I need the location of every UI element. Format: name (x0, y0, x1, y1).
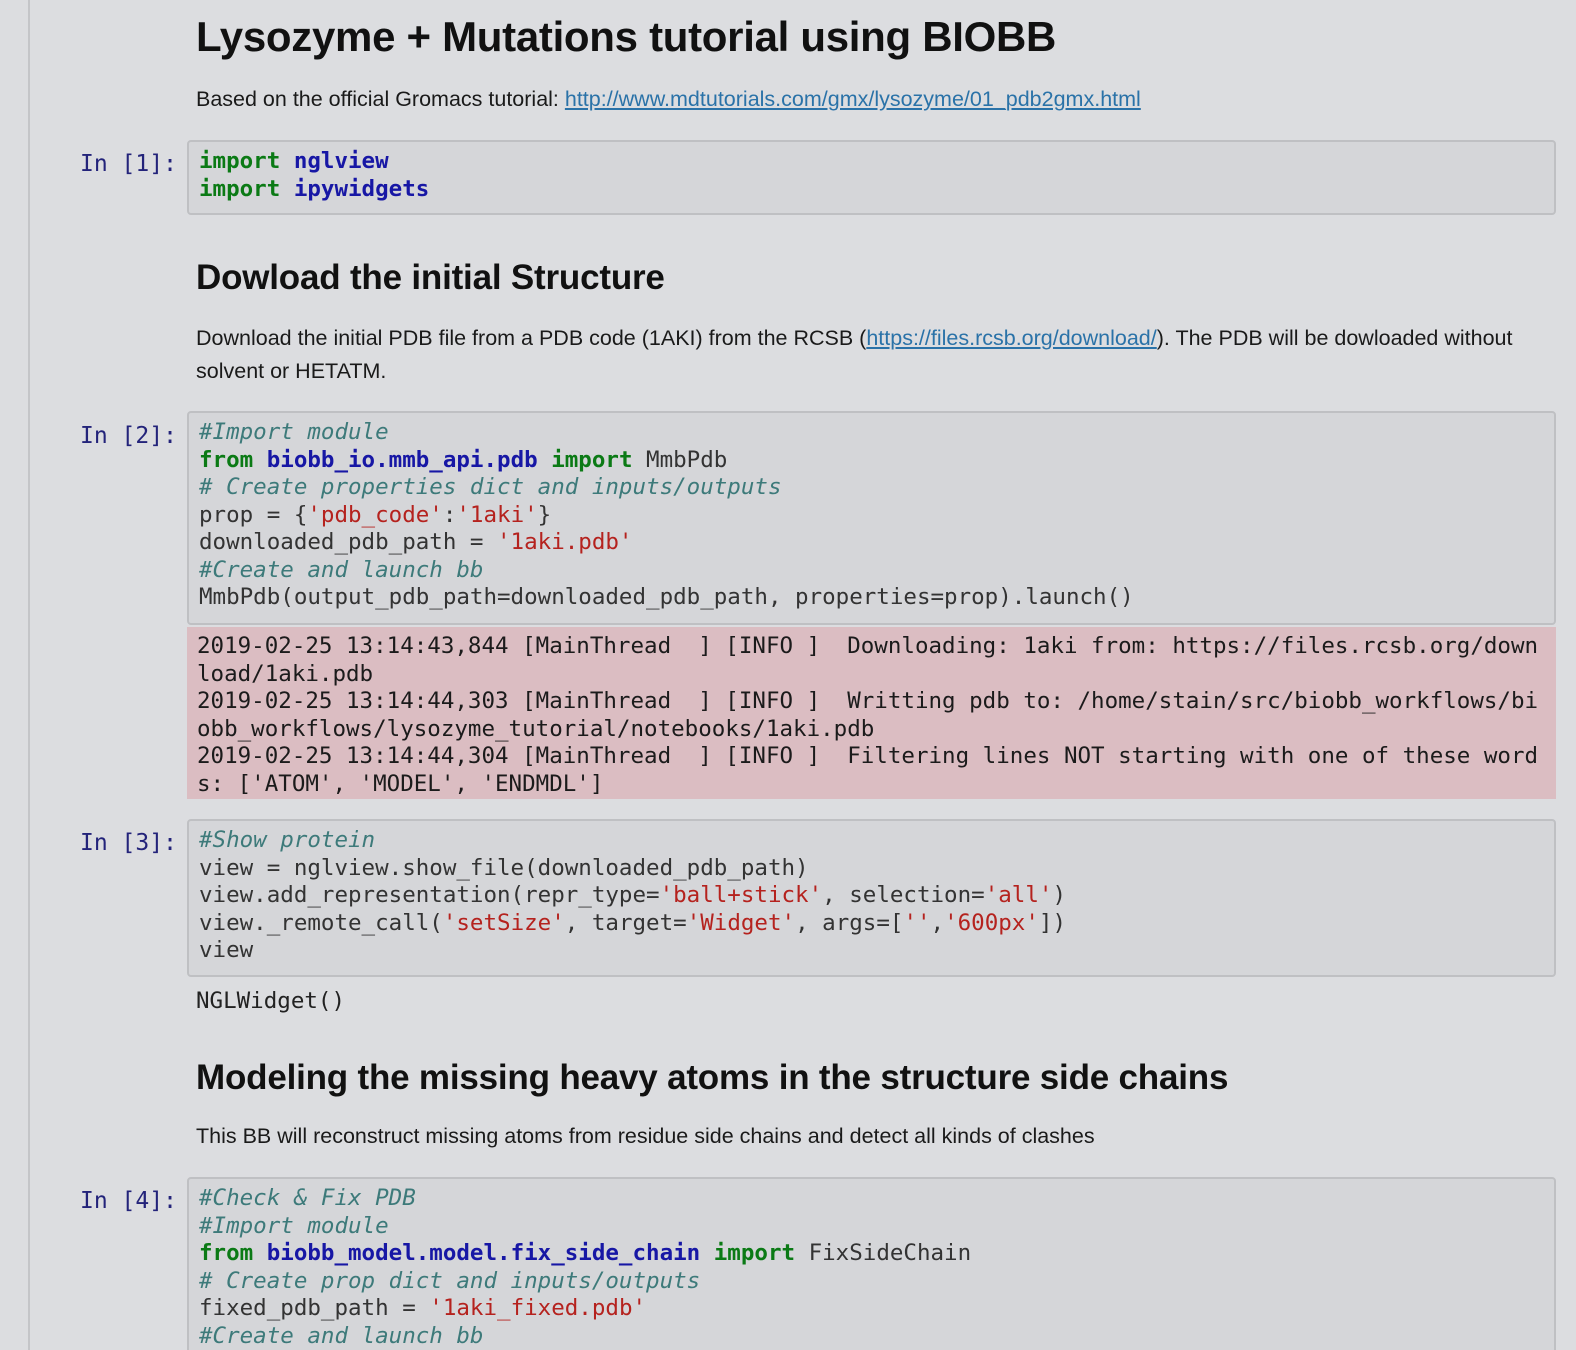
code-cell-3-source[interactable]: #Show protein view = nglview.show_file(do… (199, 827, 1544, 965)
code-token: from (199, 446, 254, 473)
gromacs-tutorial-link[interactable]: http://www.mdtutorials.com/gmx/lysozyme/… (565, 87, 1141, 111)
cell-1-prompt: In [1]: (80, 151, 177, 177)
section-heading-download: Dowload the initial Structure (196, 258, 665, 297)
code-token: 'setSize' (442, 909, 565, 936)
code-token: prop = { (199, 501, 308, 528)
code-line: downloaded_pdb_path = '1aki.pdb' (199, 529, 1544, 557)
code-token: '600px' (944, 909, 1039, 936)
code-token: MmbPdb (632, 446, 728, 473)
code-line: #Import module (199, 1213, 1544, 1241)
code-token: view = nglview.show_file(downloaded_pdb_… (199, 854, 809, 881)
section-heading-modeling: Modeling the missing heavy atoms in the … (196, 1058, 1229, 1097)
code-token: biobb_io.mmb_api.pdb (266, 446, 538, 473)
code-token: #Show protein (199, 827, 376, 853)
code-token: view.add_representation(repr_type= (199, 882, 660, 908)
code-line: #Check & Fix PDB (199, 1185, 1544, 1213)
code-token: nglview (293, 148, 389, 174)
code-cell-2[interactable]: #Import module from biobb_io.mmb_api.pdb … (187, 411, 1556, 625)
code-line: import nglview (199, 148, 1544, 176)
code-line: MmbPdb(output_pdb_path=downloaded_pdb_pa… (199, 584, 1544, 612)
code-token: } (537, 501, 552, 528)
code-token: '1aki_fixed.pdb' (429, 1295, 647, 1321)
code-line: import ipywidgets (199, 176, 1544, 204)
code-token: view._remote_call( (199, 909, 443, 936)
code-token: : (442, 501, 457, 528)
code-token: '1aki.pdb' (497, 529, 633, 555)
code-cell-4-source[interactable]: #Check & Fix PDB #Import module from biobb… (199, 1185, 1544, 1350)
cell-2-stderr-output: 2019-02-25 13:14:43,844 [MainThread ] [I… (187, 627, 1556, 799)
download-description: Download the initial PDB file from a PDB… (196, 322, 1560, 388)
intro-paragraph: Based on the official Gromacs tutorial: … (196, 83, 1560, 116)
code-token: MmbPdb(output_pdb_path=downloaded_pdb_pa… (199, 584, 1134, 610)
code-line: # Create prop dict and inputs/outputs (199, 1268, 1544, 1296)
code-token: , target= (564, 909, 687, 936)
code-cell-1-source[interactable]: import nglview import ipywidgets (199, 148, 1544, 203)
code-token: #Create and launch bb (199, 1322, 484, 1349)
code-token: import (199, 148, 281, 174)
code-token: biobb_model.model.fix_side_chain (266, 1240, 701, 1266)
intro-text: Based on the official Gromacs tutorial: (196, 87, 565, 111)
code-token: , selection= (822, 882, 985, 908)
cell-3-prompt: In [3]: (80, 830, 177, 856)
cell-2-prompt: In [2]: (80, 423, 177, 449)
code-line: prop = {'pdb_code':'1aki'} (199, 502, 1544, 530)
code-line: view.add_representation(repr_type='ball+… (199, 882, 1544, 910)
code-line: view = nglview.show_file(downloaded_pdb_… (199, 855, 1544, 883)
code-token: #Check & Fix PDB (199, 1185, 416, 1211)
code-token: downloaded_pdb_path = (199, 529, 498, 555)
code-line: #Create and launch bb (199, 557, 1544, 585)
notebook-title: Lysozyme + Mutations tutorial using BIOB… (196, 13, 1057, 60)
code-token: , (930, 909, 945, 936)
code-token: FixSideChain (795, 1240, 972, 1266)
notebook-left-border (28, 0, 30, 1350)
code-line: #Create and launch bb (199, 1323, 1544, 1350)
code-token: ) (1052, 882, 1066, 908)
code-token: ]) (1038, 909, 1066, 936)
cell-4-prompt: In [4]: (80, 1188, 177, 1214)
code-line: from biobb_io.mmb_api.pdb import MmbPdb (199, 447, 1544, 475)
code-token: ipywidgets (293, 175, 430, 202)
code-token: #Create and launch bb (199, 556, 484, 583)
code-line: view._remote_call('setSize', target='Wid… (199, 910, 1544, 938)
code-token: import (551, 446, 633, 473)
modeling-description: This BB will reconstruct missing atoms f… (196, 1124, 1095, 1148)
code-token: '1aki' (456, 501, 538, 528)
code-token: #Import module (199, 1212, 389, 1239)
code-token: , args=[ (795, 909, 904, 936)
code-cell-4[interactable]: #Check & Fix PDB #Import module from biobb… (187, 1177, 1556, 1350)
code-token: 'pdb_code' (307, 501, 443, 528)
code-line: #Import module (199, 419, 1544, 447)
code-line: view (199, 937, 1544, 965)
code-token: # Create prop dict and inputs/outputs (199, 1267, 701, 1294)
code-token: 'ball+stick' (659, 882, 823, 908)
code-cell-1[interactable]: import nglview import ipywidgets (187, 140, 1556, 215)
stderr-log-text: 2019-02-25 13:14:43,844 [MainThread ] [I… (197, 633, 1539, 797)
code-token: from (199, 1240, 254, 1266)
nglwidget-output-text: NGLWidget() (196, 988, 346, 1014)
code-cell-3[interactable]: #Show protein view = nglview.show_file(do… (187, 819, 1556, 977)
code-token: 'Widget' (686, 909, 796, 936)
code-cell-2-source[interactable]: #Import module from biobb_io.mmb_api.pdb … (199, 419, 1544, 612)
code-token: view (199, 937, 254, 963)
code-token: fixed_pdb_path = (199, 1295, 430, 1321)
download-text-before: Download the initial PDB file from a PDB… (196, 326, 867, 350)
code-token: '' (903, 909, 931, 936)
code-token: #Import module (199, 419, 389, 445)
code-line: #Show protein (199, 827, 1544, 855)
code-token: # Create properties dict and inputs/outp… (199, 474, 782, 500)
code-line: # Create properties dict and inputs/outp… (199, 474, 1544, 502)
code-token: 'all' (984, 882, 1053, 908)
code-token: import (199, 175, 281, 202)
code-line: from biobb_model.model.fix_side_chain im… (199, 1240, 1544, 1268)
code-token: import (713, 1240, 796, 1266)
rcsb-download-link[interactable]: https://files.rcsb.org/download/ (866, 326, 1156, 350)
code-line: fixed_pdb_path = '1aki_fixed.pdb' (199, 1295, 1544, 1323)
cell-3-output: NGLWidget() (196, 988, 345, 1016)
